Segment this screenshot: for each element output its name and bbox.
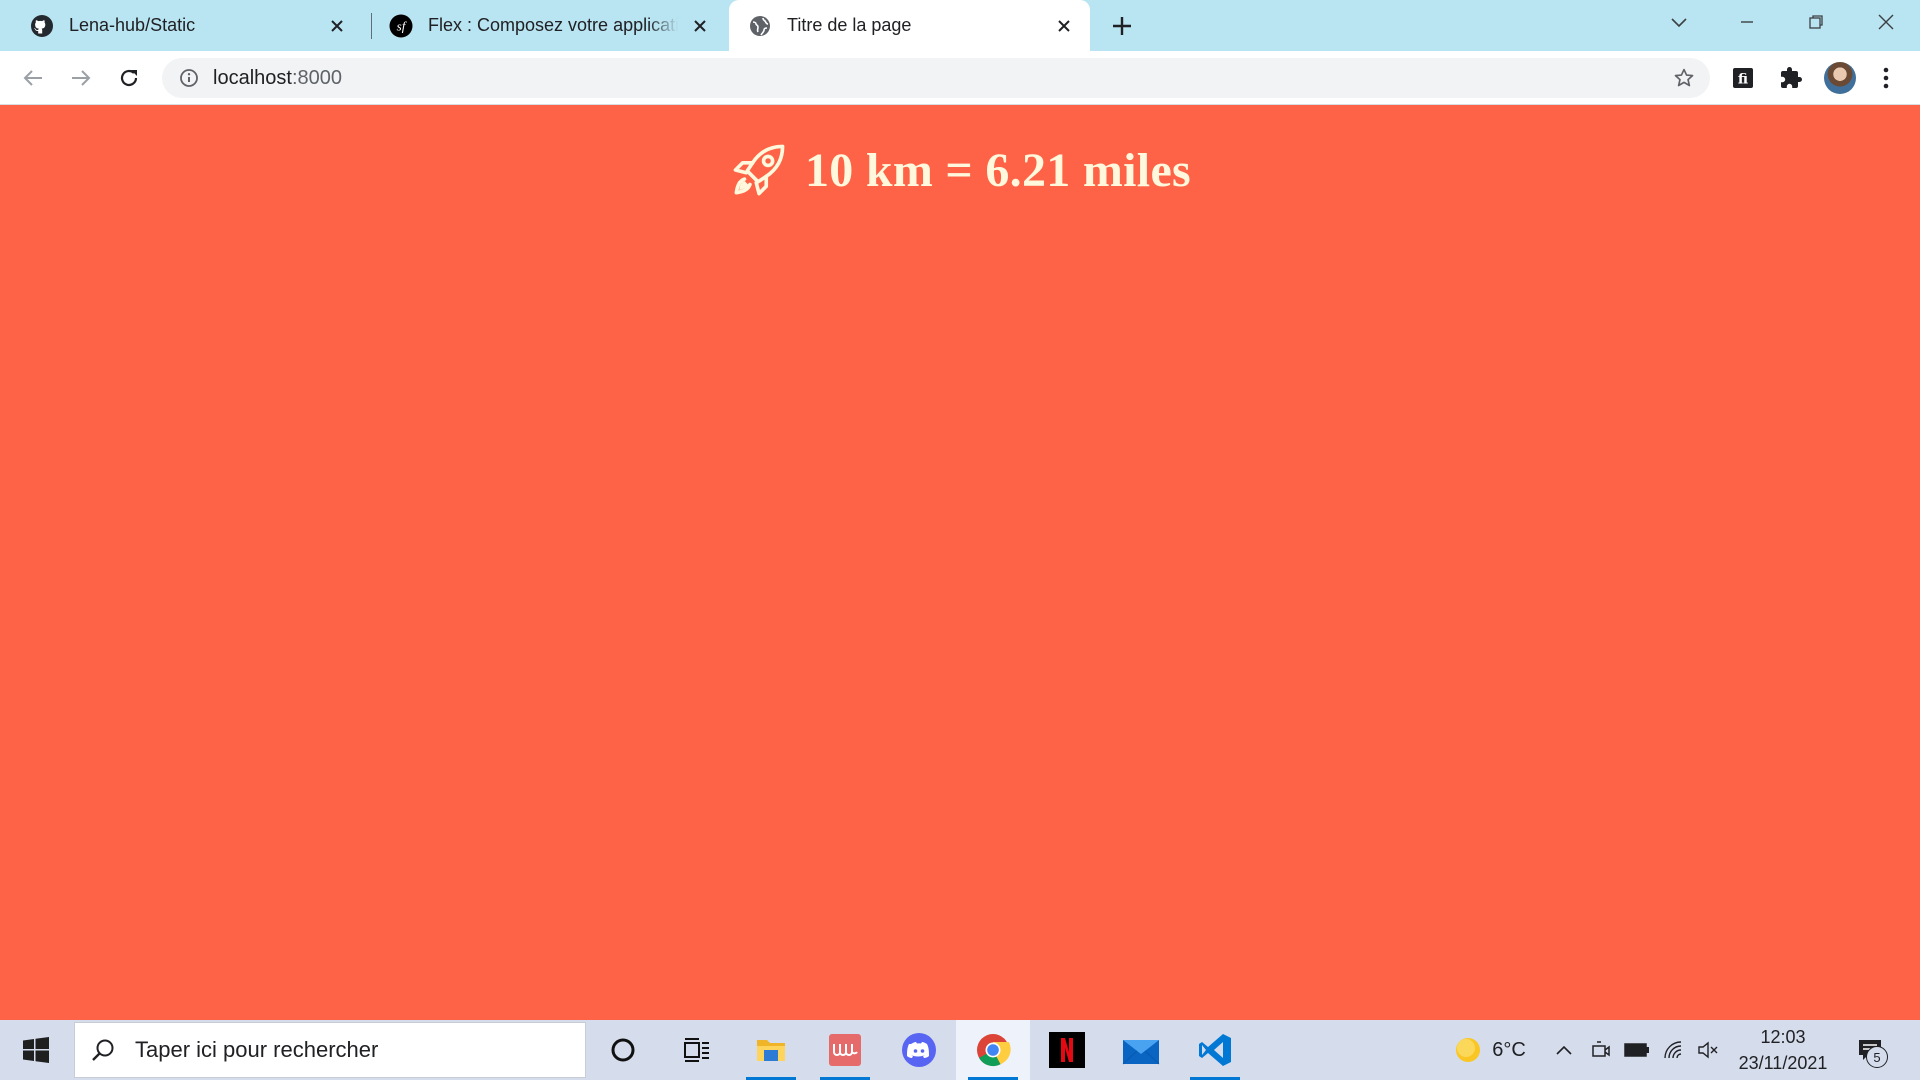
conversion-heading: 10 km = 6.21 miles <box>804 143 1192 197</box>
close-window-icon[interactable] <box>1866 8 1906 36</box>
reload-icon[interactable] <box>112 61 146 95</box>
meet-now-icon[interactable] <box>1588 1020 1614 1080</box>
close-icon[interactable] <box>1052 14 1076 38</box>
url-port: :8000 <box>291 66 342 89</box>
minimize-icon[interactable] <box>1727 8 1767 36</box>
sun-icon <box>1454 1036 1482 1064</box>
svg-text:fi: fi <box>1738 72 1748 88</box>
tab-title: Flex : Composez votre application <box>428 15 678 35</box>
address-bar[interactable]: localhost:8000 <box>162 58 1710 98</box>
cortana-icon[interactable] <box>586 1020 660 1080</box>
discord-icon[interactable] <box>882 1020 956 1080</box>
chrome-icon[interactable] <box>956 1020 1030 1080</box>
symfony-icon: sf <box>388 13 414 39</box>
clock-date: 23/11/2021 <box>1738 1053 1828 1073</box>
close-icon[interactable] <box>688 14 712 38</box>
search-placeholder: Taper ici pour rechercher <box>135 1037 379 1062</box>
profile-avatar[interactable] <box>1824 62 1856 94</box>
notification-count: 5 <box>1866 1046 1888 1068</box>
volume-muted-icon[interactable] <box>1694 1020 1722 1080</box>
url-text[interactable]: localhost:8000 <box>213 67 342 90</box>
back-icon[interactable] <box>16 61 50 95</box>
chevron-down-icon[interactable] <box>1659 8 1699 36</box>
extension-fi-icon[interactable]: fi <box>1729 64 1757 92</box>
globe-icon <box>747 13 773 39</box>
netflix-icon[interactable] <box>1030 1020 1104 1080</box>
notification-center-icon[interactable]: 5 <box>1850 1032 1890 1068</box>
tab-title: Lena-hub/Static <box>69 15 196 35</box>
info-icon[interactable] <box>178 67 200 89</box>
new-tab-icon[interactable] <box>1107 11 1137 41</box>
menu-dots-icon[interactable] <box>1872 64 1900 92</box>
tab-github[interactable]: Lena-hub/Static <box>0 0 363 51</box>
vscode-icon[interactable] <box>1178 1020 1252 1080</box>
mail-icon[interactable] <box>1104 1020 1178 1080</box>
tab-strip: Lena-hub/Static sf Flex : Composez votre… <box>0 0 1920 51</box>
windows-taskbar: Taper ici pour rechercher 6°C 12:03 23/1… <box>0 1020 1920 1080</box>
wifi-icon[interactable] <box>1660 1020 1688 1080</box>
windows-start-icon[interactable] <box>12 1032 60 1068</box>
app-icon[interactable] <box>808 1020 882 1080</box>
weather-temperature: 6°C <box>1492 1038 1526 1061</box>
task-view-icon[interactable] <box>660 1020 734 1080</box>
bookmark-star-icon[interactable] <box>1672 66 1696 90</box>
taskbar-search[interactable]: Taper ici pour rechercher <box>74 1022 586 1078</box>
url-host: localhost <box>213 66 292 89</box>
extensions-puzzle-icon[interactable] <box>1777 64 1805 92</box>
tab-titre-de-la-page[interactable]: Titre de la page <box>729 0 1090 51</box>
page-content: 10 km = 6.21 miles <box>0 106 1920 1020</box>
tab-title: Titre de la page <box>787 15 912 35</box>
browser-toolbar: localhost:8000 fi <box>0 51 1920 105</box>
close-icon[interactable] <box>325 14 349 38</box>
search-icon <box>89 1036 117 1064</box>
clock-time: 12:03 <box>1760 1027 1806 1047</box>
battery-icon[interactable] <box>1622 1020 1652 1080</box>
headline: 10 km = 6.21 miles <box>0 140 1920 200</box>
file-explorer-icon[interactable] <box>734 1020 808 1080</box>
forward-icon[interactable] <box>64 61 98 95</box>
weather-widget[interactable]: 6°C <box>1448 1020 1532 1080</box>
github-icon <box>29 13 55 39</box>
rocket-icon <box>729 140 789 200</box>
chevron-up-icon[interactable] <box>1550 1020 1578 1080</box>
tab-symfony-flex[interactable]: sf Flex : Composez votre application <box>372 0 726 51</box>
restore-icon[interactable] <box>1796 8 1836 36</box>
system-clock[interactable]: 12:03 23/11/2021 <box>1728 1024 1838 1076</box>
